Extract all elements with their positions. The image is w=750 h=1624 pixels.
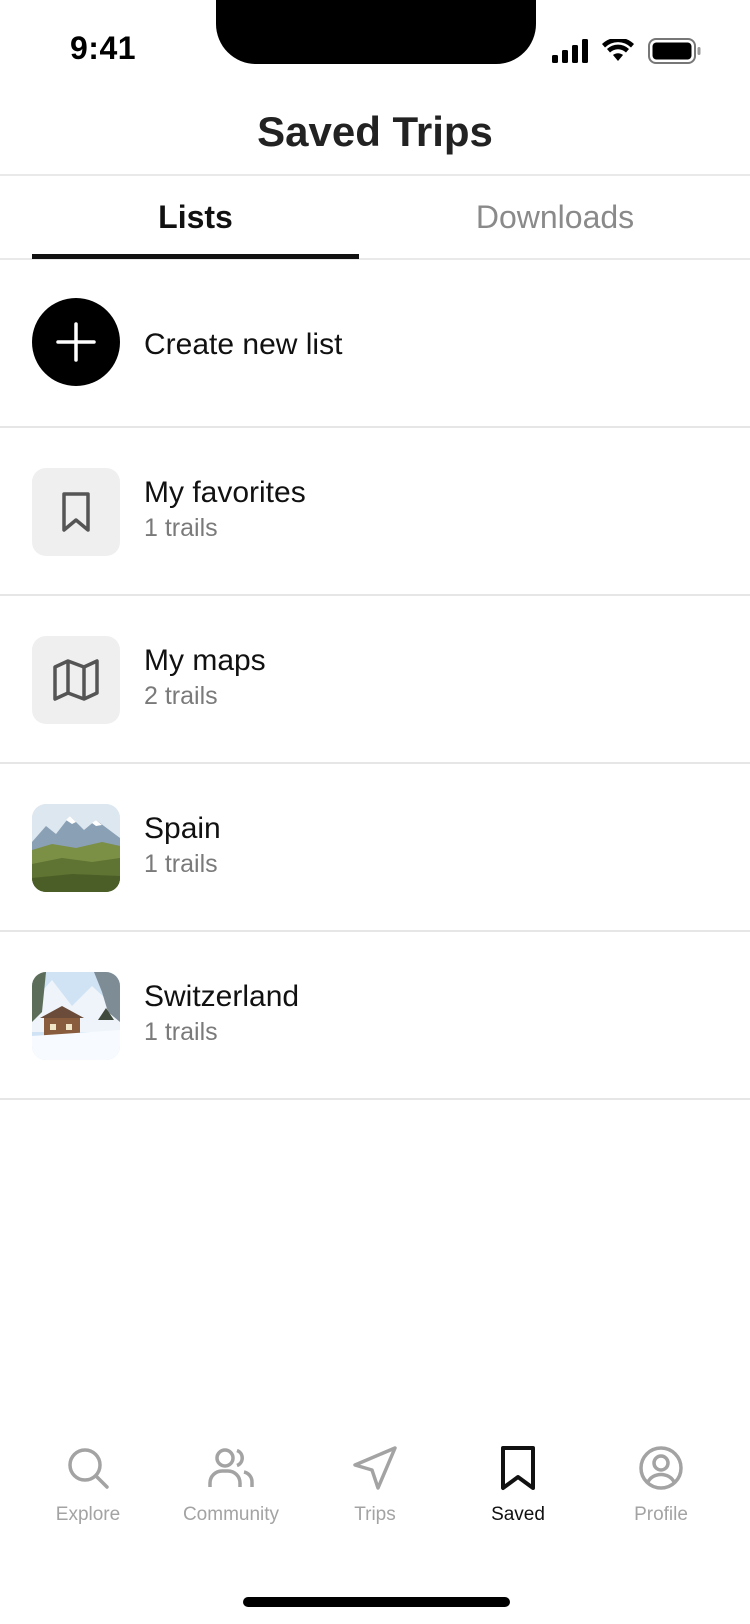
- page-title: Saved Trips: [257, 108, 493, 155]
- list-item-count: 1 trails: [144, 514, 218, 542]
- create-new-list-label: Create new list: [144, 328, 343, 361]
- snowy-chalet-photo: [32, 972, 120, 1060]
- nav-community[interactable]: Community: [161, 1440, 301, 1526]
- bottom-navigation: Explore Community Trips Saved Profile: [0, 1440, 750, 1560]
- nav-trips[interactable]: Trips: [305, 1440, 445, 1526]
- device-notch: [216, 0, 536, 64]
- nav-saved[interactable]: Saved: [448, 1440, 588, 1526]
- home-indicator[interactable]: [243, 1597, 510, 1607]
- wifi-icon: [602, 37, 634, 68]
- search-icon: [65, 1440, 111, 1496]
- mountain-landscape-photo: [32, 804, 120, 892]
- bookmark-icon: [499, 1440, 537, 1496]
- nav-trips-label: Trips: [354, 1504, 396, 1525]
- battery-icon: [648, 38, 702, 69]
- list-item-count: 1 trails: [144, 1018, 218, 1046]
- nav-profile-label: Profile: [634, 1504, 688, 1525]
- nav-saved-label: Saved: [491, 1504, 545, 1525]
- tab-bar: Lists Downloads: [0, 176, 750, 260]
- list-item-title: Switzerland: [144, 980, 300, 1013]
- status-time: 9:41: [70, 30, 137, 66]
- list-item-count: 1 trails: [144, 850, 218, 878]
- tab-lists[interactable]: Lists: [32, 176, 359, 258]
- create-new-list-button[interactable]: Create new list: [0, 260, 750, 428]
- map-icon: [32, 636, 120, 724]
- list-item-title: My favorites: [144, 476, 306, 509]
- list-item-my-favorites[interactable]: My favorites 1 trails: [0, 428, 750, 596]
- plus-icon: [32, 298, 120, 386]
- list-item-spain[interactable]: Spain 1 trails: [0, 764, 750, 932]
- list-item-my-maps[interactable]: My maps 2 trails: [0, 596, 750, 764]
- nav-explore[interactable]: Explore: [18, 1440, 158, 1526]
- nav-explore-label: Explore: [55, 1504, 121, 1525]
- bookmark-icon: [32, 468, 120, 556]
- status-bar: 9:41: [0, 0, 750, 100]
- profile-icon: [638, 1440, 684, 1496]
- list-item-title: My maps: [144, 644, 266, 677]
- nav-community-label: Community: [182, 1504, 280, 1525]
- tab-downloads[interactable]: Downloads: [390, 176, 720, 258]
- status-icons: [552, 37, 702, 69]
- list-item-switzerland[interactable]: Switzerland 1 trails: [0, 932, 750, 1100]
- list-item-count: 2 trails: [144, 682, 218, 710]
- users-icon: [207, 1440, 255, 1496]
- list-item-title: Spain: [144, 812, 221, 845]
- nav-profile[interactable]: Profile: [591, 1440, 731, 1526]
- cellular-signal-icon: [552, 39, 588, 68]
- active-tab-indicator: [32, 254, 359, 259]
- navigation-icon: [352, 1440, 398, 1496]
